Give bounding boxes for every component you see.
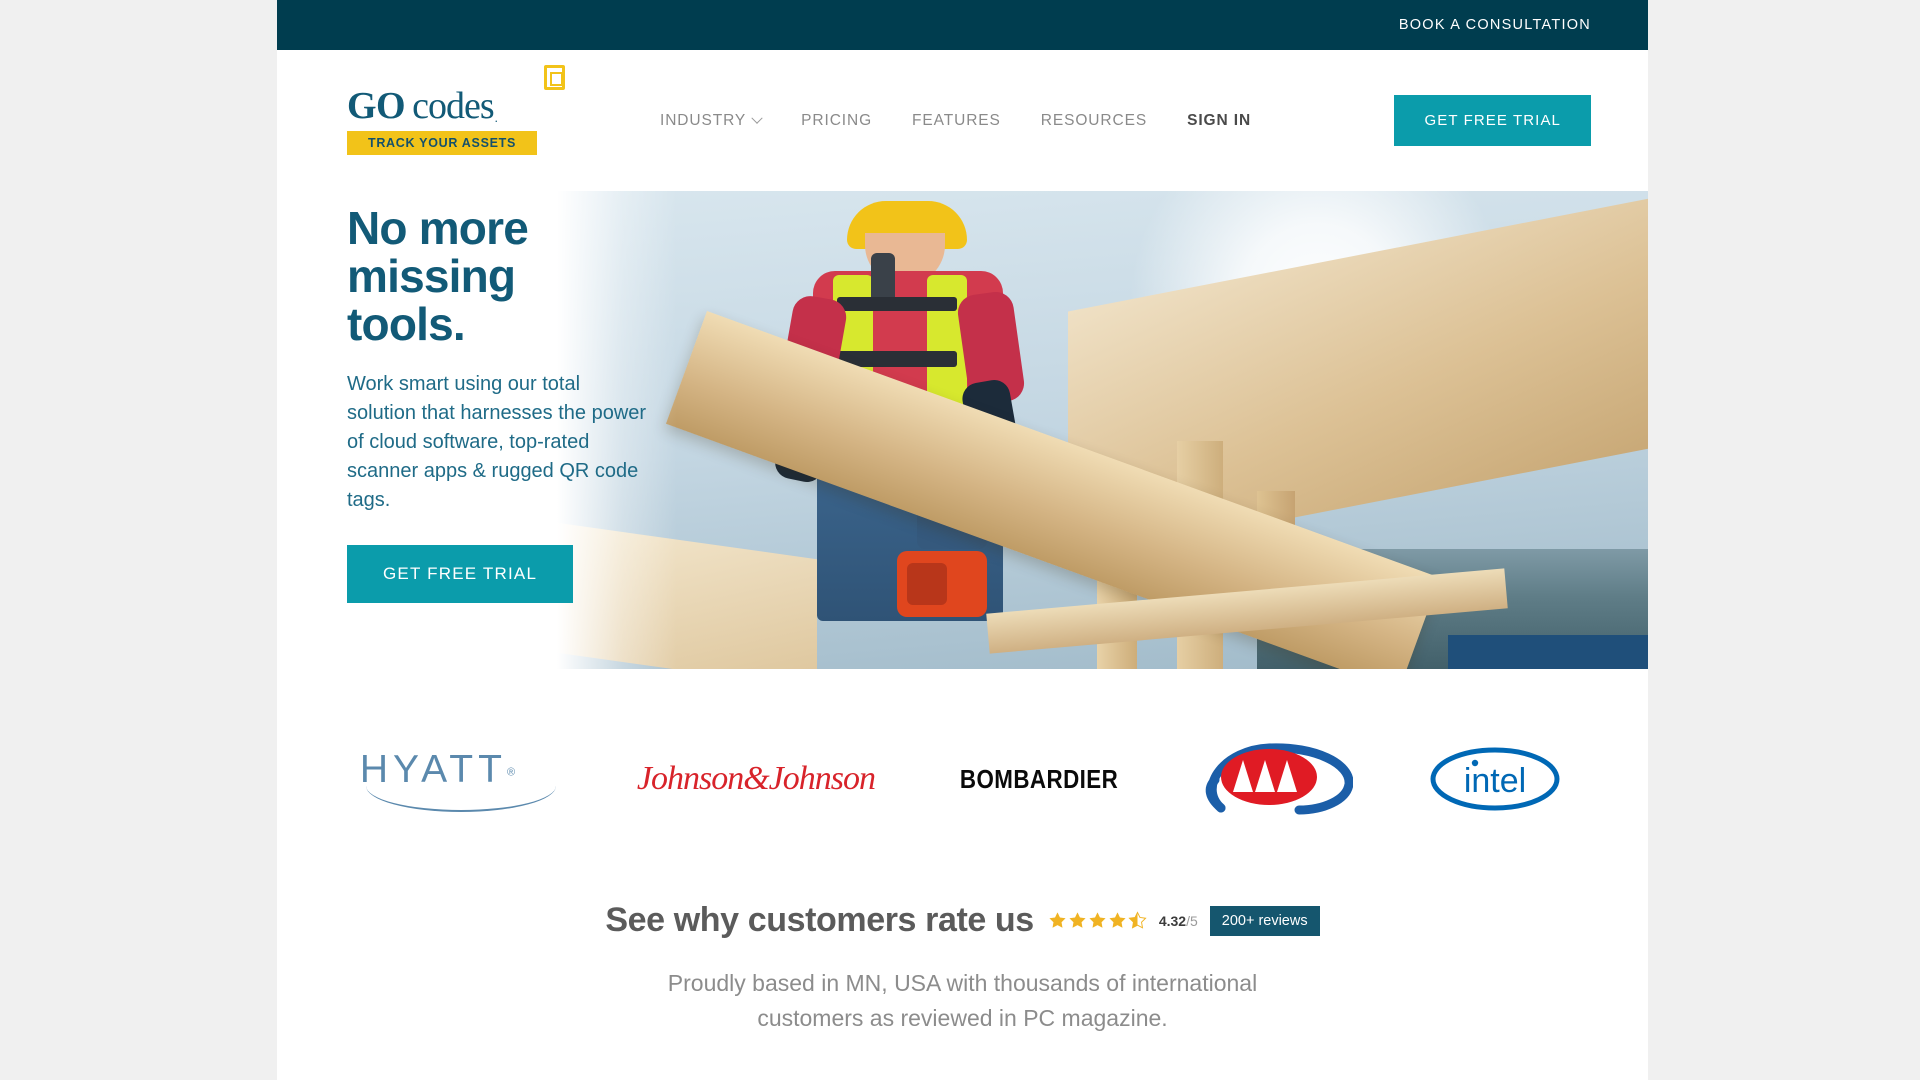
header-get-free-trial-button[interactable]: GET FREE TRIAL	[1394, 95, 1591, 146]
main-navigation: INDUSTRY PRICING FEATURES RESOURCES SIGN…	[660, 112, 1251, 130]
hero-tarp	[1448, 635, 1648, 669]
rating-headline: See why customers rate us	[605, 901, 1034, 939]
rating-section: See why customers rate us 4.32/5 200+ re…	[277, 889, 1648, 1035]
hero-title-line-2: tools.	[347, 297, 466, 350]
hero-section: No more missing tools. Work smart using …	[277, 191, 1648, 669]
johnson-wordmark: Johnson&Johnson	[636, 760, 876, 797]
logo-tagline: TRACK YOUR ASSETS	[347, 130, 537, 155]
hyatt-wordmark: HYATT	[359, 748, 507, 791]
rating-headline-row: See why customers rate us 4.32/5 200+ re…	[347, 901, 1578, 940]
top-utility-bar: BOOK A CONSULTATION	[277, 0, 1648, 50]
hyatt-registered-mark: ®	[506, 766, 516, 779]
brand-logo-aaa	[1203, 734, 1354, 824]
bombardier-wordmark: BOMBARDIER	[959, 763, 1119, 794]
hyatt-arc-icon	[365, 786, 556, 812]
hero-subtitle: Work smart using our total solution that…	[347, 373, 647, 512]
hero-get-free-trial-button[interactable]: GET FREE TRIAL	[347, 545, 574, 604]
logo-period: .	[494, 109, 498, 125]
qr-code-icon	[544, 64, 565, 90]
logo-codes-text: codes	[412, 84, 495, 127]
star-icon-3	[1089, 912, 1106, 928]
brand-logo-bombardier: BOMBARDIER	[947, 764, 1131, 795]
rating-subtext: Proudly based in MN, USA with thousands …	[667, 970, 1258, 1031]
customer-logo-strip: HYATT® Johnson&Johnson BOMBARDIER intel	[277, 669, 1648, 889]
svg-text:intel: intel	[1464, 762, 1526, 800]
rating-score-value: 4.32	[1158, 912, 1187, 929]
star-icon-5-half	[1128, 911, 1147, 929]
nav-item-sign-in[interactable]: SIGN IN	[1187, 112, 1251, 130]
brand-logo-johnson-and-johnson: Johnson&Johnson	[636, 760, 876, 798]
page-root: BOOK A CONSULTATION GO codes . TRACK YOU…	[0, 0, 1920, 1080]
worker-harness-strap-upper	[837, 297, 957, 311]
hero-copy-block: No more missing tools. Work smart using …	[347, 202, 647, 604]
hero-title: No more missing tools.	[347, 202, 647, 350]
rating-score-max: 5	[1189, 912, 1198, 929]
logo-wordmark: GO codes .	[347, 64, 565, 127]
star-icon-4	[1109, 912, 1126, 928]
website-canvas: BOOK A CONSULTATION GO codes . TRACK YOU…	[277, 0, 1648, 1080]
brand-logo-hyatt: HYATT®	[359, 748, 565, 812]
brand-logo-intel: intel	[1425, 739, 1565, 819]
rating-score: 4.32/5	[1159, 913, 1198, 929]
hero-circular-saw	[897, 551, 987, 617]
nav-item-resources[interactable]: RESOURCES	[1041, 112, 1147, 130]
site-header: GO codes . TRACK YOUR ASSETS INDUSTRY PR…	[277, 50, 1648, 191]
rating-stars	[1048, 911, 1147, 930]
site-logo[interactable]: GO codes . TRACK YOUR ASSETS	[347, 64, 565, 155]
hero-image	[557, 191, 1648, 669]
reviews-count-badge[interactable]: 200+ reviews	[1209, 905, 1320, 936]
nav-item-industry[interactable]: INDUSTRY	[660, 111, 763, 130]
nav-label-industry: INDUSTRY	[660, 111, 747, 129]
star-icon-2	[1069, 912, 1086, 928]
nav-item-features[interactable]: FEATURES	[912, 112, 1001, 130]
aaa-logo-icon	[1205, 743, 1354, 815]
book-consultation-link[interactable]: BOOK A CONSULTATION	[1399, 17, 1591, 33]
hero-title-line-1: No more missing	[347, 202, 529, 302]
intel-logo-icon: intel	[1430, 747, 1560, 811]
nav-item-pricing[interactable]: PRICING	[801, 112, 872, 130]
chevron-down-icon	[751, 112, 763, 124]
logo-go-text: GO	[347, 84, 406, 127]
star-icon-1	[1049, 912, 1066, 928]
